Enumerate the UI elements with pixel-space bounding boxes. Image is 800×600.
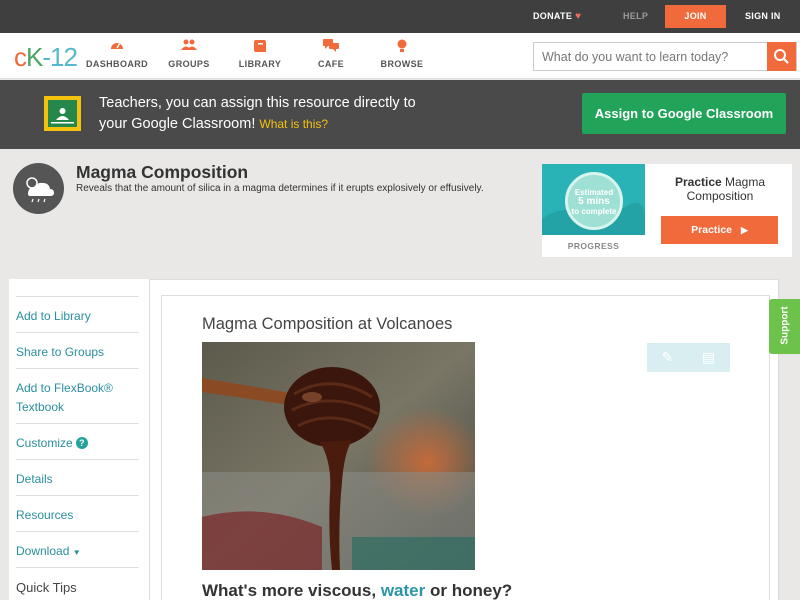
banner-line-1: Teachers, you can assign this resource d… bbox=[99, 95, 416, 111]
heart-icon: ♥ bbox=[575, 11, 582, 22]
nav-groups[interactable]: GROUPS bbox=[154, 39, 224, 69]
honey-dipper-image bbox=[202, 342, 475, 570]
download-label: Download bbox=[16, 544, 70, 558]
search-button[interactable] bbox=[767, 42, 796, 71]
assign-google-classroom-button[interactable]: Assign to Google Classroom bbox=[582, 93, 786, 134]
notes-icon[interactable]: ▤ bbox=[688, 343, 729, 372]
donate-label: DONATE bbox=[533, 11, 573, 21]
practice-button[interactable]: Practice ▶ bbox=[661, 216, 778, 244]
question-prefix: What's more viscous, bbox=[202, 581, 377, 600]
what-is-this-link[interactable]: What is this? bbox=[259, 117, 328, 131]
browse-icon bbox=[367, 39, 437, 55]
groups-icon bbox=[154, 39, 224, 55]
nav-dashboard[interactable]: DASHBOARD bbox=[82, 39, 152, 69]
top-utility-bar: DONATE ♥ HELP JOIN SIGN IN bbox=[0, 0, 800, 33]
logo-12: -12 bbox=[42, 42, 78, 72]
resources-link[interactable]: Resources bbox=[16, 495, 139, 525]
support-label: Support bbox=[779, 306, 791, 345]
resource-description: Reveals that the amount of silica in a m… bbox=[76, 183, 484, 194]
estimate-circle: Estimated 5 mins to complete bbox=[565, 172, 623, 230]
add-to-library-link[interactable]: Add to Library bbox=[16, 296, 139, 326]
nav-browse-label: BROWSE bbox=[380, 59, 424, 69]
nav-cafe-label: CAFE bbox=[317, 59, 345, 69]
nav-groups-label: GROUPS bbox=[168, 59, 210, 69]
practice-card: Estimated 5 mins to complete PROGRESS Pr… bbox=[542, 164, 792, 257]
help-question-icon[interactable]: ? bbox=[75, 437, 88, 449]
search-box bbox=[533, 42, 797, 71]
add-to-flexbook-label: Add to FlexBook® bbox=[16, 381, 113, 395]
logo-k: K bbox=[26, 42, 43, 72]
google-classroom-icon bbox=[44, 96, 81, 131]
article-question: What's more viscous, water or honey? bbox=[202, 581, 512, 600]
donate-link[interactable]: DONATE ♥ bbox=[533, 0, 581, 33]
cafe-icon bbox=[296, 39, 366, 55]
pencil-icon[interactable]: ✎ bbox=[647, 343, 688, 372]
caret-down-icon: ▼ bbox=[72, 548, 81, 557]
search-icon bbox=[767, 49, 796, 75]
practice-button-label: Practice bbox=[691, 224, 733, 236]
practice-progress-graphic: Estimated 5 mins to complete bbox=[542, 164, 645, 235]
details-link[interactable]: Details bbox=[16, 459, 139, 489]
sign-in-link[interactable]: SIGN IN bbox=[745, 0, 781, 33]
to-complete-label: to complete bbox=[571, 207, 617, 216]
question-suffix: or honey? bbox=[429, 581, 513, 600]
progress-label: PROGRESS bbox=[567, 241, 620, 251]
dashboard-icon bbox=[82, 39, 152, 55]
support-tab[interactable]: Support bbox=[769, 299, 800, 354]
chevron-right-icon: ▶ bbox=[740, 225, 748, 235]
banner-message: Teachers, you can assign this resource d… bbox=[99, 93, 449, 135]
practice-heading-bold: Practice bbox=[674, 175, 722, 189]
banner-line-2: your Google Classroom! bbox=[99, 116, 256, 132]
join-button[interactable]: JOIN bbox=[665, 5, 726, 28]
weather-cloud-icon bbox=[13, 163, 64, 214]
download-link[interactable]: Download ▼ bbox=[16, 531, 139, 562]
nav-cafe[interactable]: CAFE bbox=[296, 39, 366, 69]
help-link[interactable]: HELP bbox=[623, 0, 648, 33]
flexbook-textbook-label: Textbook bbox=[16, 400, 65, 414]
share-to-groups-link[interactable]: Share to Groups bbox=[16, 332, 139, 362]
customize-link[interactable]: Customize? bbox=[16, 423, 139, 453]
resource-title: Magma Composition bbox=[76, 162, 249, 182]
library-icon bbox=[225, 39, 295, 55]
nav-library[interactable]: LIBRARY bbox=[225, 39, 295, 69]
nav-library-label: LIBRARY bbox=[238, 59, 282, 69]
ck12-logo[interactable]: cK-12 bbox=[14, 42, 78, 73]
estimated-minutes: 5 mins bbox=[578, 196, 610, 207]
customize-label: Customize bbox=[16, 436, 73, 450]
add-to-flexbook-link[interactable]: Add to FlexBook® Textbook bbox=[16, 368, 139, 417]
article-title: Magma Composition at Volcanoes bbox=[202, 315, 453, 333]
quick-tips-heading: Quick Tips bbox=[16, 567, 139, 597]
nav-browse[interactable]: BROWSE bbox=[367, 39, 437, 69]
article-tools: ✎ ▤ bbox=[647, 343, 730, 372]
logo-c: c bbox=[14, 42, 27, 72]
search-input[interactable] bbox=[534, 43, 770, 70]
water-link[interactable]: water bbox=[381, 581, 425, 600]
practice-heading: Practice Magma Composition bbox=[660, 175, 780, 203]
nav-dashboard-label: DASHBOARD bbox=[85, 59, 149, 69]
